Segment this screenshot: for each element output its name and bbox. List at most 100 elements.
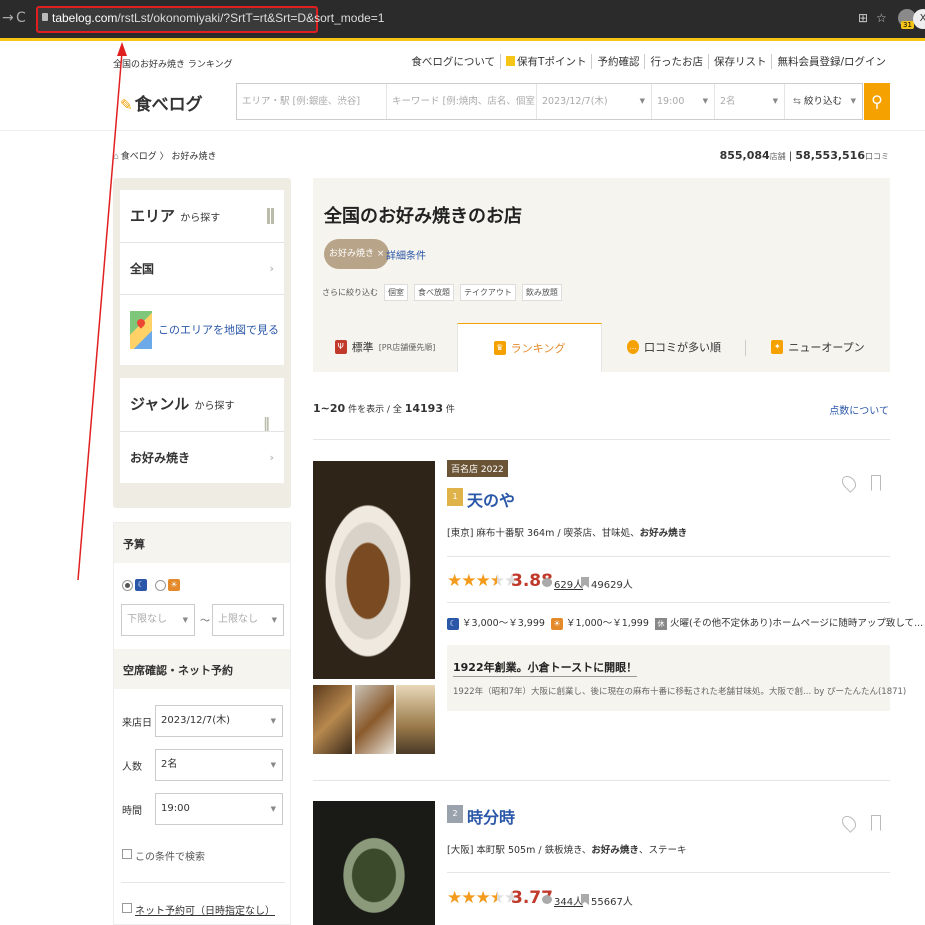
tpoint-icon <box>506 56 516 66</box>
link-saved[interactable]: 保存リスト <box>707 54 772 69</box>
budget-min-select[interactable]: 下限なし ▼ <box>121 604 195 636</box>
review-count-link[interactable]: 344人 <box>554 893 583 908</box>
search-condition-label[interactable]: この条件で検索 <box>135 848 205 863</box>
star-full-icon: ★ <box>475 571 491 591</box>
map-pin-icon[interactable] <box>839 473 859 493</box>
tab-new-open[interactable]: ✦ ニューオープン <box>746 323 890 371</box>
reload-icon[interactable]: C <box>16 10 26 26</box>
area-search-input[interactable]: エリア・駅 [例:銀座、渋谷] <box>237 84 387 119</box>
keyword-search-input[interactable]: キーワード [例:焼肉、店名、個室] <box>387 84 537 119</box>
sidebar-item-area[interactable]: 全国 › <box>120 242 284 294</box>
bookmark-star-icon[interactable]: ☆ <box>876 11 887 25</box>
rating-stars: ★★★★★ <box>447 888 519 908</box>
filter-chip-all-you-can-eat[interactable]: 食べ放題 <box>414 283 454 301</box>
radio-lunch[interactable] <box>155 580 166 591</box>
card-divider <box>447 872 890 873</box>
genre-heading: ジャンル から探す ‖ <box>120 378 284 432</box>
caret-down-icon: ▼ <box>271 616 277 624</box>
review-count-link[interactable]: 629人 <box>554 576 583 591</box>
net-reserve-checkbox[interactable] <box>122 903 132 913</box>
score-info-link[interactable]: 点数について <box>829 402 889 417</box>
visit-time-select[interactable]: 19:00 ▼ <box>155 793 283 825</box>
extension-icon[interactable]: ⊞ <box>858 11 868 25</box>
date-select[interactable]: 2023/12/7(木) ▼ <box>537 84 652 119</box>
tab-ranking[interactable]: ♛ ランキング <box>457 323 602 372</box>
rating-stars: ★★★★★ <box>447 571 519 591</box>
link-tpoint[interactable]: 保有Tポイント <box>500 54 591 69</box>
shop-name-link[interactable]: 時分時 <box>467 804 515 828</box>
rank-crown-icon: 2 <box>447 805 463 823</box>
visit-date-select[interactable]: 2023/12/7(木) ▼ <box>155 705 283 737</box>
genre-tag-remove[interactable]: お好み焼き × <box>324 239 390 269</box>
site-counts: 855,084店舗 | 58,553,516口コミ <box>719 149 889 162</box>
page-title: 全国のお好み焼きのお店 <box>324 206 522 227</box>
sidebar-area-genre: エリア から探す 全国 › このエリアを地図で見る ジャンル から探す ‖ お好み焼… <box>113 178 291 508</box>
people-count-select[interactable]: 2名 ▼ <box>155 749 283 781</box>
filter-chip-private-room[interactable]: 個室 <box>384 283 408 301</box>
map-icon <box>130 311 152 349</box>
save-bookmark-icon[interactable] <box>871 815 881 831</box>
shop-photo-thumb[interactable] <box>396 685 435 754</box>
award-badge: 百名店 2022 <box>447 460 508 477</box>
caret-down-icon: ▼ <box>639 97 645 105</box>
review-highlight <box>447 645 890 711</box>
caret-down-icon: ▼ <box>182 616 188 624</box>
forward-icon[interactable]: → <box>2 10 14 26</box>
filter-chip-all-you-can-drink[interactable]: 飲み放題 <box>521 283 562 301</box>
crown-icon: ♛ <box>493 341 506 355</box>
search-button[interactable]: ⚲ <box>864 83 890 120</box>
filter-toggle[interactable]: ⇆ 絞り込む ▼ <box>785 84 862 119</box>
result-count: 1~20 件を表示 / 全 14193 件 <box>313 402 455 415</box>
tab-standard[interactable]: Ψ 標準 [PR店舗優先順] <box>313 323 457 371</box>
shop-photo-thumb[interactable] <box>313 685 352 754</box>
radio-dinner[interactable] <box>122 580 133 591</box>
area-heading: エリア から探す <box>120 190 284 242</box>
caret-down-icon: ▼ <box>270 805 276 813</box>
filter-icon: ⇆ <box>793 96 804 107</box>
budget-max-select[interactable]: 上限なし ▼ <box>212 604 284 636</box>
area-card: エリア から探す 全国 › このエリアを地図で見る <box>120 190 284 365</box>
menu-icon[interactable]: X <box>913 9 925 29</box>
detail-conditions-link[interactable]: 詳細条件 <box>386 247 426 262</box>
review-highlight-title[interactable]: 1922年創業。小倉トーストに開眼！ <box>453 659 638 677</box>
url-text: tabelog.com/rstLst/okonomiyaki/?SrtT=rt&… <box>52 11 385 25</box>
time-select[interactable]: 19:00 ▼ <box>652 84 715 119</box>
net-reserve-label[interactable]: ネット予約可（日時指定なし） <box>135 902 275 917</box>
sidebar-item-genre[interactable]: お好み焼き › <box>120 431 284 483</box>
site-logo[interactable]: ✎ 食べログ <box>120 90 203 115</box>
map-pin-icon[interactable] <box>839 813 859 833</box>
breadcrumb-current: お好み焼き <box>171 152 217 162</box>
caret-down-icon: ▼ <box>270 717 276 725</box>
card-divider <box>447 556 890 557</box>
shop-photo-thumb[interactable] <box>355 685 394 754</box>
avatar-badge: 31 <box>901 21 914 29</box>
save-bookmark-icon[interactable] <box>871 475 881 491</box>
bar-chart-icon <box>264 208 274 224</box>
breadcrumb-home[interactable]: 食べログ <box>121 152 157 162</box>
star-full-icon: ★ <box>447 888 462 908</box>
map-link[interactable]: このエリアを地図で見る <box>158 324 279 337</box>
link-login[interactable]: 無料会員登録/ログイン <box>771 54 891 69</box>
review-highlight-text: 1922年（昭和7年）大阪に創業し、後に現在の麻布十番に移転された老舗甘味処。大… <box>453 687 907 697</box>
sun-icon: ☀ <box>168 579 180 591</box>
sun-icon: ☀ <box>550 618 563 630</box>
reserve-heading: 空席確認・ネット予約 <box>114 649 290 689</box>
holiday-text: 火曜(その他不定休あり)ホームページに随時アップ致して... <box>669 618 924 629</box>
map-link-row[interactable]: このエリアを地図で見る <box>120 294 284 365</box>
link-about[interactable]: 食べログについて <box>406 54 500 69</box>
logo-mark-icon: ✎ <box>120 96 133 114</box>
annotation-arrow-head <box>117 42 127 56</box>
dinner-price: ￥3,000～￥3,999 <box>462 618 545 629</box>
shop-name-link[interactable]: 天のや <box>467 487 515 511</box>
shop-photo-main[interactable] <box>313 801 435 925</box>
people-select[interactable]: 2名 ▼ <box>715 84 785 119</box>
rank-crown-icon: 1 <box>447 488 463 506</box>
link-reservations[interactable]: 予約確認 <box>591 54 644 69</box>
link-visited[interactable]: 行ったお店 <box>644 54 708 69</box>
tab-most-reviews[interactable]: … 口コミが多い順 <box>602 323 746 371</box>
search-bar: エリア・駅 [例:銀座、渋谷] キーワード [例:焼肉、店名、個室] 2023/… <box>236 83 863 120</box>
header-divider <box>0 130 925 131</box>
filter-chip-takeout[interactable]: テイクアウト <box>460 283 516 301</box>
shop-photo-main[interactable] <box>313 461 435 679</box>
search-condition-checkbox[interactable] <box>122 849 132 859</box>
